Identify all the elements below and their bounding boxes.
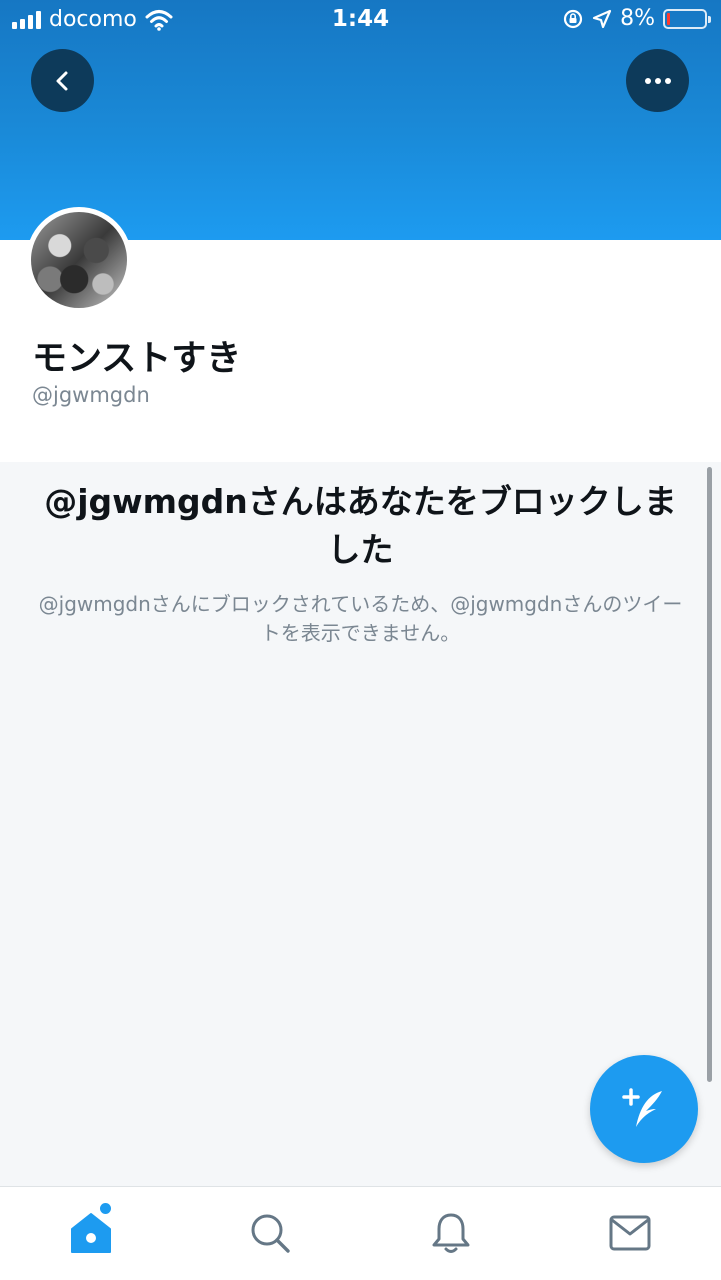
avatar-image [31, 212, 127, 308]
more-options-button[interactable] [626, 49, 689, 112]
tab-notifications[interactable] [427, 1209, 475, 1257]
tab-search[interactable] [246, 1209, 294, 1257]
chevron-left-icon [56, 71, 67, 90]
back-button[interactable] [31, 49, 94, 112]
search-icon [251, 1214, 290, 1253]
home-icon [71, 1213, 111, 1253]
tab-home[interactable] [67, 1209, 115, 1257]
compose-quill-icon [622, 1088, 662, 1127]
scrollbar[interactable] [707, 467, 712, 1082]
status-right: 8% [562, 6, 711, 31]
battery-percent: 8% [620, 6, 655, 31]
status-bar: docomo 1:44 8% [0, 0, 721, 40]
orientation-lock-icon [563, 9, 583, 28]
home-unread-dot [100, 1203, 111, 1214]
bottom-tab-bar [0, 1186, 721, 1280]
compose-tweet-button[interactable] [590, 1055, 698, 1163]
location-icon [592, 9, 612, 28]
profile-display-name: モンストすき [32, 339, 242, 379]
more-icon [644, 77, 671, 84]
mail-icon [609, 1215, 651, 1251]
battery-icon [663, 8, 711, 29]
blocked-title: @jgwmgdnさんはあなたをブロックしました [44, 482, 677, 569]
profile-screen: docomo 1:44 8% モンストすき @jgwmgdn @jgwmgdnさ… [0, 0, 721, 1280]
tab-messages[interactable] [606, 1209, 654, 1257]
blocked-description: @jgwmgdnさんにブロックされているため、@jgwmgdnさんのツイートを表… [38, 592, 683, 645]
avatar[interactable] [26, 207, 132, 313]
bell-icon [432, 1213, 470, 1253]
profile-handle: @jgwmgdn [32, 383, 150, 407]
